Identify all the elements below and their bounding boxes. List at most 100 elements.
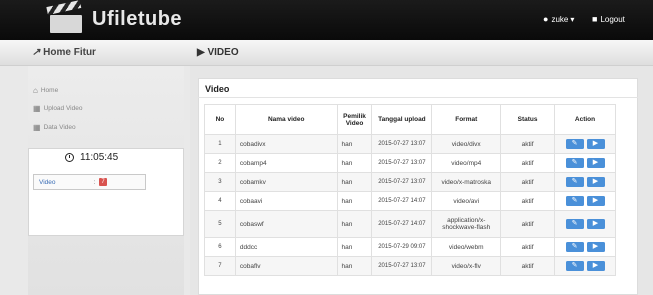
sidebar-item-upload-video[interactable]: ▦ Upload Video bbox=[33, 104, 82, 113]
play-icon: ▶ bbox=[592, 178, 599, 185]
cell-pemilik-video: han bbox=[336, 191, 373, 211]
column-header-no: No bbox=[204, 104, 236, 135]
user-icon: ● bbox=[543, 14, 549, 24]
edit-icon: ✎ bbox=[571, 220, 578, 227]
panel-title: Video bbox=[205, 84, 230, 94]
cell-tanggal-upload: 2015-07-29 09:07 bbox=[371, 237, 433, 257]
play-button[interactable]: ▶ bbox=[586, 158, 605, 168]
clapperboard-icon bbox=[46, 0, 84, 33]
cell-action: ✎ ▶ bbox=[554, 256, 616, 276]
cell-no: 5 bbox=[204, 210, 236, 238]
cell-tanggal-upload: 2015-07-27 13:07 bbox=[371, 172, 433, 192]
cell-no: 7 bbox=[204, 256, 236, 276]
play-icon: ▶ bbox=[592, 140, 599, 147]
user-menu[interactable]: ● zuke ▾ bbox=[543, 14, 574, 24]
subheader-bar bbox=[0, 40, 653, 66]
play-button[interactable]: ▶ bbox=[586, 242, 605, 252]
cell-format: video/webm bbox=[431, 237, 502, 257]
cell-nama-video: dddcc bbox=[234, 237, 338, 257]
link-icon: ↗ bbox=[32, 47, 41, 58]
cell-nama-video: cobamp4 bbox=[234, 153, 338, 173]
logout-label: Logout bbox=[600, 14, 625, 24]
home-icon: ⌂ bbox=[33, 86, 38, 95]
cell-format: video/avi bbox=[431, 191, 502, 211]
cell-status: aktif bbox=[500, 191, 556, 211]
table-header-row: No Nama video Pemilik Video Tanggal uplo… bbox=[204, 104, 616, 135]
table-row: 3 cobamkv han 2015-07-27 13:07 video/x-matro… bbox=[204, 172, 616, 192]
edit-button[interactable]: ✎ bbox=[565, 158, 584, 168]
sidebar-item-data-video[interactable]: ▦ Data Video bbox=[33, 123, 76, 132]
edit-button[interactable]: ✎ bbox=[565, 261, 584, 271]
column-header-tanggal-upload: Tanggal upload bbox=[371, 104, 433, 135]
edit-icon: ✎ bbox=[571, 159, 578, 166]
column-header-status: Status bbox=[500, 104, 556, 135]
cell-status: aktif bbox=[500, 237, 556, 257]
cell-pemilik-video: han bbox=[336, 256, 373, 276]
column-header-pemilik-video: Pemilik Video bbox=[336, 104, 373, 135]
cell-pemilik-video: han bbox=[336, 134, 373, 154]
video-count-label: Video bbox=[39, 178, 56, 186]
logo-text: Ufiletube bbox=[92, 7, 183, 30]
cell-status: aktif bbox=[500, 134, 556, 154]
panel-divider bbox=[198, 97, 638, 98]
caret-icon: ▾ bbox=[570, 14, 575, 24]
user-name: zuke bbox=[551, 14, 569, 24]
cell-pemilik-video: han bbox=[336, 172, 373, 192]
play-icon: ▶ bbox=[592, 197, 599, 204]
sidebar-item-home[interactable]: ⌂ Home bbox=[33, 86, 58, 95]
video-count-colon: : bbox=[93, 178, 96, 186]
play-button[interactable]: ▶ bbox=[586, 139, 605, 149]
cell-action: ✎ ▶ bbox=[554, 153, 616, 173]
cell-status: aktif bbox=[500, 153, 556, 173]
play-button[interactable]: ▶ bbox=[586, 196, 605, 206]
video-count-badge: 7 bbox=[99, 178, 107, 186]
edit-button[interactable]: ✎ bbox=[565, 139, 584, 149]
cell-tanggal-upload: 2015-07-27 14:07 bbox=[371, 210, 433, 238]
cell-no: 1 bbox=[204, 134, 236, 154]
column-header-action: Action bbox=[554, 104, 616, 135]
edit-button[interactable]: ✎ bbox=[565, 219, 584, 229]
cell-format: video/x-matroska bbox=[431, 172, 502, 192]
logout-button[interactable]: ■ Logout bbox=[592, 14, 625, 24]
app-logo[interactable]: Ufiletube bbox=[46, 0, 183, 33]
cell-tanggal-upload: 2015-07-27 13:07 bbox=[371, 256, 433, 276]
logout-icon: ■ bbox=[592, 14, 598, 24]
play-button[interactable]: ▶ bbox=[586, 261, 605, 271]
column-header-format: Format bbox=[431, 104, 502, 135]
play-icon: ▶ bbox=[592, 159, 599, 166]
play-button[interactable]: ▶ bbox=[586, 177, 605, 187]
table-row: 4 cobaavi han 2015-07-27 14:07 video/avi akti… bbox=[204, 191, 616, 211]
table-row: 5 cobaswf han 2015-07-27 14:07 application/x… bbox=[204, 210, 616, 238]
video-table: No Nama video Pemilik Video Tanggal uplo… bbox=[204, 104, 616, 276]
play-circle-icon: ▶ bbox=[197, 47, 205, 58]
cell-tanggal-upload: 2015-07-27 14:07 bbox=[371, 191, 433, 211]
clock-icon bbox=[65, 153, 74, 162]
cell-status: aktif bbox=[500, 256, 556, 276]
film-icon: ▦ bbox=[33, 123, 41, 132]
play-icon: ▶ bbox=[592, 243, 599, 250]
cell-action: ✎ ▶ bbox=[554, 172, 616, 192]
video-count-row[interactable]: Video : 7 bbox=[33, 174, 146, 190]
edit-icon: ✎ bbox=[571, 262, 578, 269]
cell-tanggal-upload: 2015-07-27 13:07 bbox=[371, 134, 433, 154]
edit-icon: ✎ bbox=[571, 197, 578, 204]
cell-nama-video: cobadivx bbox=[234, 134, 338, 154]
play-button[interactable]: ▶ bbox=[586, 219, 605, 229]
table-row: 2 cobamp4 han 2015-07-27 13:07 video/mp4 akti… bbox=[204, 153, 616, 173]
cell-action: ✎ ▶ bbox=[554, 237, 616, 257]
cell-format: application/x-shockwave-flash bbox=[431, 210, 502, 238]
cell-format: video/mp4 bbox=[431, 153, 502, 173]
edit-button[interactable]: ✎ bbox=[565, 196, 584, 206]
cell-status: aktif bbox=[500, 210, 556, 238]
play-icon: ▶ bbox=[592, 262, 599, 269]
cell-nama-video: cobaavi bbox=[234, 191, 338, 211]
table-row: 7 cobaflv han 2015-07-27 13:07 video/x-flv ak… bbox=[204, 256, 616, 276]
cell-nama-video: cobaflv bbox=[234, 256, 338, 276]
cell-nama-video: cobamkv bbox=[234, 172, 338, 192]
table-row: 6 dddcc han 2015-07-29 09:07 video/webm aktif… bbox=[204, 237, 616, 257]
cell-pemilik-video: han bbox=[336, 153, 373, 173]
edit-icon: ✎ bbox=[571, 243, 578, 250]
edit-button[interactable]: ✎ bbox=[565, 177, 584, 187]
edit-button[interactable]: ✎ bbox=[565, 242, 584, 252]
clock: 11:05:45 bbox=[65, 152, 118, 163]
